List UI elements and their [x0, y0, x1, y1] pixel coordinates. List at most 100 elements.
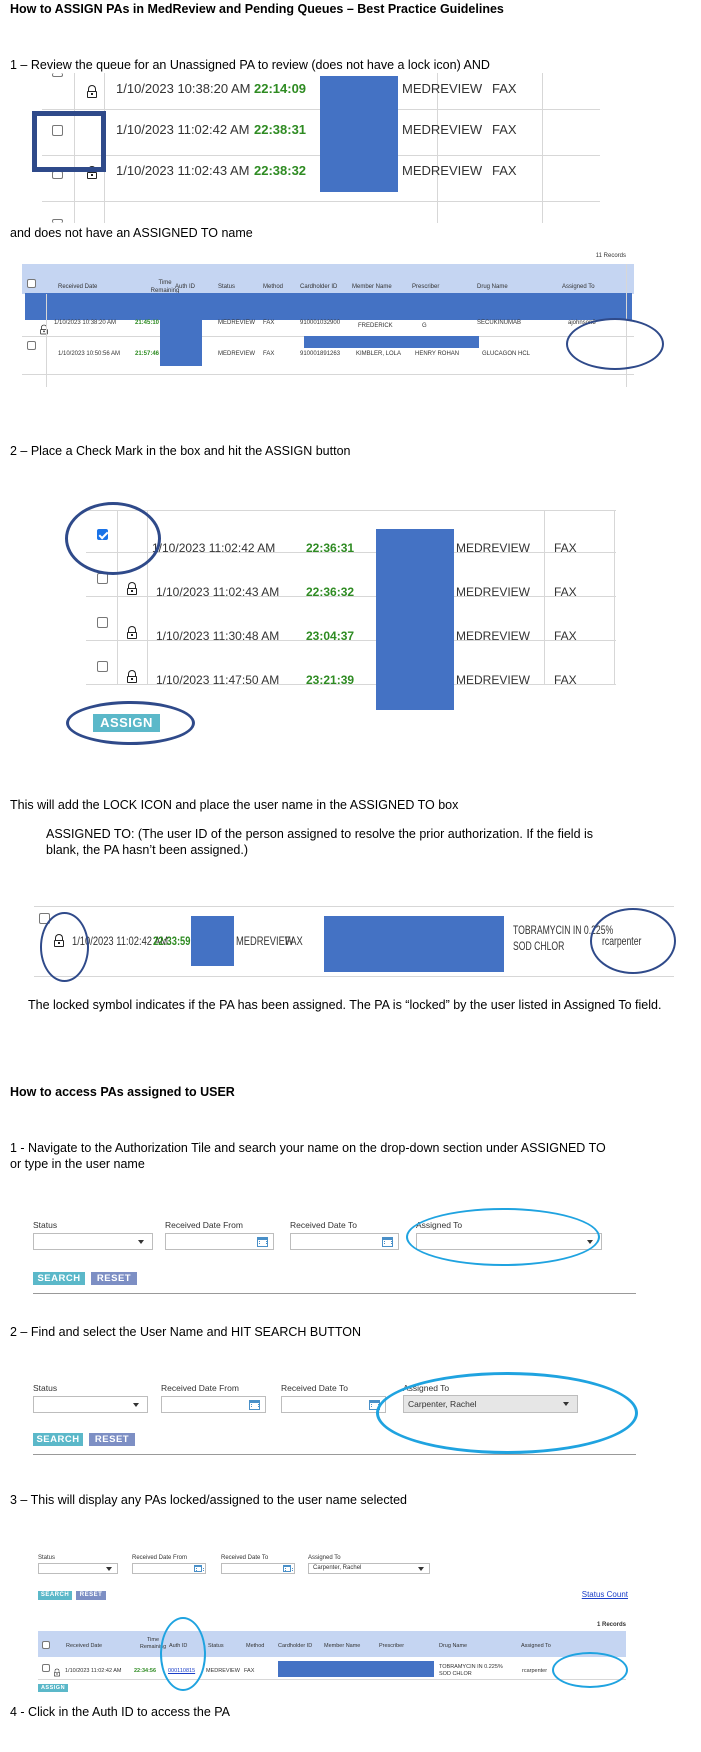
drug-name: TOBRAMYCIN IN 0.225% — [439, 1664, 503, 1670]
redaction-block — [324, 916, 504, 972]
redaction-block — [304, 336, 479, 348]
time-remaining: 22:33:59 — [153, 934, 191, 948]
calendar-icon[interactable] — [194, 1565, 204, 1572]
header-assigned-to: Assigned To — [521, 1643, 551, 1649]
step-1-text: 1 – Review the queue for an Unassigned P… — [10, 58, 490, 72]
member-name: FREDERICK — [358, 323, 393, 329]
calendar-icon[interactable] — [257, 1237, 268, 1247]
received-to-input[interactable] — [281, 1396, 386, 1413]
method: FAX — [492, 163, 517, 178]
search-button[interactable]: SEARCH — [33, 1433, 83, 1446]
screenshot-check-and-assign: 1/10/2023 11:02:42 AM 22:36:31 MEDREVIEW… — [86, 510, 616, 710]
highlight-ring — [40, 912, 89, 982]
calendar-icon[interactable] — [249, 1400, 260, 1410]
row-checkbox[interactable] — [42, 1664, 50, 1672]
search-button[interactable]: SEARCH — [33, 1272, 85, 1285]
received-date: 1/10/2023 11:02:43 AM — [116, 163, 250, 178]
access-step-4-text: 4 - Click in the Auth ID to access the P… — [10, 1705, 231, 1719]
search-button[interactable]: SEARCH — [38, 1591, 72, 1600]
received-to-label: Received Date To — [221, 1555, 269, 1561]
row-checkbox[interactable] — [97, 661, 108, 672]
status-select[interactable] — [33, 1233, 153, 1250]
lock-icon — [54, 1668, 60, 1677]
received-date: 1/10/2023 11:02:43 AM — [156, 585, 280, 599]
method: FAX — [554, 541, 577, 555]
highlight-ring — [406, 1208, 600, 1266]
calendar-icon[interactable] — [382, 1237, 393, 1247]
status: MEDREVIEW — [456, 673, 531, 687]
status: MEDREVIEW — [206, 1668, 240, 1674]
header-prescriber: Prescriber — [412, 284, 440, 290]
status-select[interactable] — [38, 1563, 118, 1574]
status-label: Status — [33, 1383, 58, 1393]
status: MEDREVIEW — [456, 541, 531, 555]
locked-symbol-text: The locked symbol indicates if the PA ha… — [28, 998, 662, 1012]
received-from-input[interactable] — [132, 1563, 206, 1574]
header-status: Status — [208, 1643, 224, 1649]
method: FAX — [263, 320, 275, 326]
screenshot-queue-unassigned: 1/10/2023 10:38:20 AM 22:14:09 MEDREVIEW… — [32, 73, 602, 223]
header-received-date: Received Date — [66, 1643, 103, 1649]
highlight-ring — [590, 908, 676, 974]
time-remaining: 22:36:32 — [306, 585, 355, 599]
row-checkbox[interactable] — [52, 73, 63, 77]
screenshot-results: Status Received Date From Received Date … — [38, 1555, 638, 1703]
reset-button[interactable]: RESET — [76, 1591, 106, 1600]
highlight-ring — [552, 1652, 628, 1688]
redaction-block — [376, 529, 454, 710]
reset-button[interactable]: RESET — [91, 1272, 137, 1285]
status-select[interactable] — [33, 1396, 148, 1413]
received-to-label: Received Date To — [290, 1220, 357, 1230]
time-remaining: 22:34:56 — [134, 1668, 157, 1674]
status: MEDREVIEW — [402, 81, 483, 96]
redaction-block — [160, 320, 202, 366]
row-checkbox[interactable] — [52, 219, 63, 223]
header-member-name: Member Name — [352, 284, 392, 290]
highlight-ring — [66, 701, 195, 745]
received-date: 1/10/2023 10:50:56 AM — [58, 351, 121, 357]
highlight-ring — [160, 1617, 206, 1691]
received-date: 1/10/2023 11:02:42 AM — [116, 122, 250, 137]
row-checkbox[interactable] — [27, 341, 36, 350]
method: FAX — [554, 585, 577, 599]
prescriber: HENRY ROHAN — [415, 351, 460, 357]
received-to-input[interactable] — [290, 1233, 399, 1250]
select-all-checkbox[interactable] — [27, 279, 36, 288]
drug-name-2: SOD CHLOR — [513, 939, 565, 953]
redaction-block — [25, 293, 632, 320]
received-to-input[interactable] — [221, 1563, 295, 1574]
header-prescriber: Prescriber — [379, 1643, 405, 1649]
screenshot-locked-row: 1/10/2023 11:02:42 AM 22:33:59 MEDREVIEW… — [34, 906, 674, 978]
status: MEDREVIEW — [218, 351, 256, 357]
method: FAX — [492, 122, 517, 137]
screenshot-queue-grid: 11 Records Received Date Time Remaining … — [22, 253, 634, 388]
header-method: Method — [246, 1643, 265, 1649]
time-remaining: 22:36:31 — [306, 541, 355, 555]
lock-icon — [127, 626, 137, 639]
lock-icon — [127, 582, 137, 595]
drug-name: GLUCAGON HCL — [482, 351, 531, 357]
time-remaining: 23:04:37 — [306, 629, 355, 643]
cardholder-id: 910001891263 — [300, 351, 341, 357]
redaction-block — [191, 916, 234, 966]
received-date: 1/10/2023 11:02:42 AM — [152, 541, 276, 555]
row-checkbox[interactable] — [97, 617, 108, 628]
section-2-title: How to access PAs assigned to USER — [10, 1085, 235, 1099]
assigned-to-select[interactable]: Carpenter, Rachel — [308, 1563, 430, 1574]
status-count-link[interactable]: Status Count — [582, 1590, 628, 1599]
header-auth-id: Auth ID — [175, 284, 196, 290]
step-2-text: 2 – Place a Check Mark in the box and hi… — [10, 444, 351, 458]
time-remaining: 22:14:09 — [254, 81, 307, 96]
records-count: 11 Records — [595, 253, 626, 259]
row-checkbox[interactable] — [52, 171, 63, 179]
received-from-input[interactable] — [161, 1396, 266, 1413]
received-from-label: Received Date From — [165, 1220, 243, 1230]
header-drug-name: Drug Name — [439, 1643, 468, 1649]
assign-button[interactable]: ASSIGN — [38, 1684, 68, 1692]
highlight-ring — [376, 1372, 638, 1454]
received-from-input[interactable] — [165, 1233, 274, 1250]
status: MEDREVIEW — [402, 122, 483, 137]
select-all-checkbox[interactable] — [42, 1641, 50, 1649]
calendar-icon[interactable] — [283, 1565, 293, 1572]
reset-button[interactable]: RESET — [89, 1433, 135, 1446]
